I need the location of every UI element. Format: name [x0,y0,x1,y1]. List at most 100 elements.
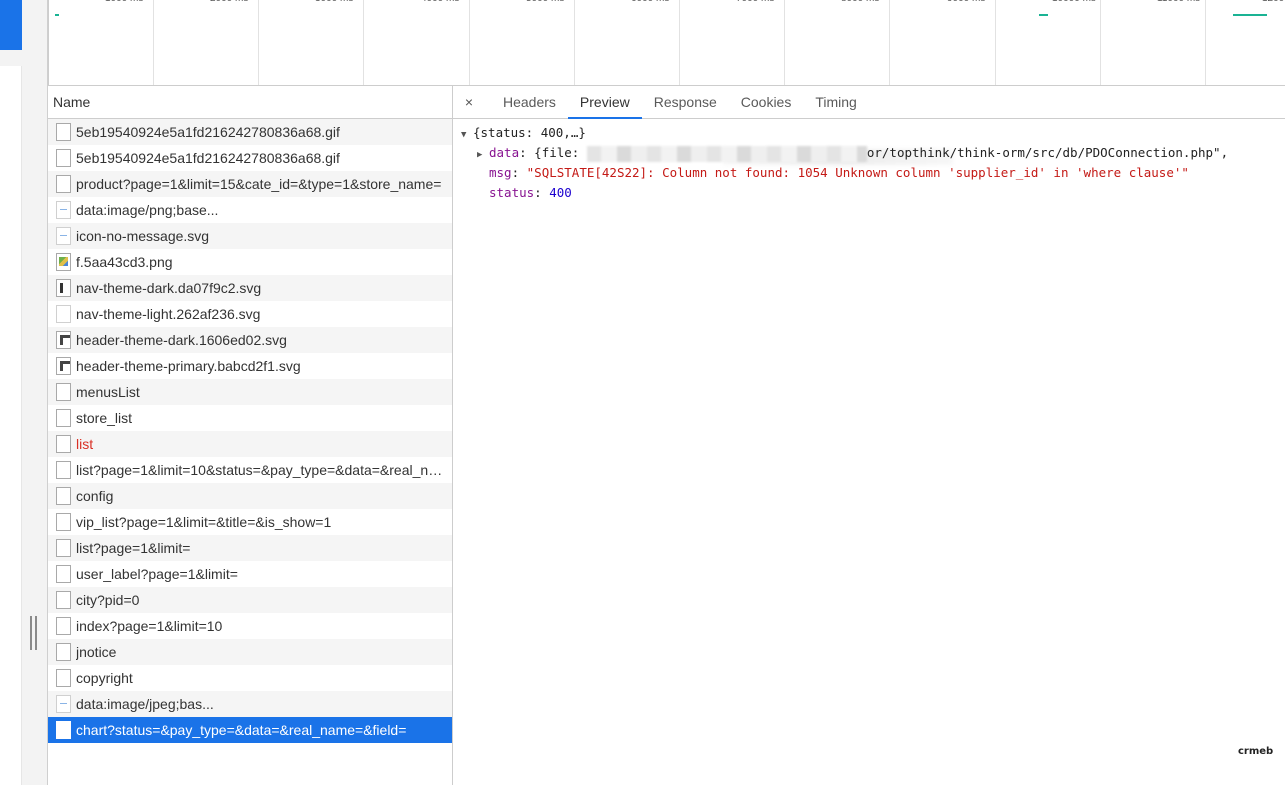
request-row[interactable]: chart?status=&pay_type=&data=&real_name=… [48,717,452,743]
json-key-msg: msg [489,165,512,180]
timeline-tick-label: 1200 [1262,0,1284,4]
json-key-status: status [489,185,535,200]
file-icon [56,513,71,531]
timeline-tick-label: 3000 ms [315,0,353,4]
expanded-triangle-icon[interactable]: ▼ [461,125,473,145]
close-icon[interactable]: × [461,86,477,118]
file-icon [56,123,71,141]
json-root-line[interactable]: ▼ {status: 400,…} [461,123,1285,143]
resize-grip-icon[interactable] [30,616,38,650]
request-name: user_label?page=1&limit= [76,566,238,582]
data-icon [56,201,71,219]
request-row[interactable]: product?page=1&limit=15&cate_id=&type=1&… [48,171,452,197]
request-name: list [76,436,94,452]
request-row[interactable]: list [48,431,452,457]
overview-left-border [48,0,49,85]
file-icon [56,669,71,687]
timeline-tick-label: 10000 ms [1052,0,1096,4]
name-column-header[interactable]: Name [48,86,452,119]
timeline-tick-label: 7000 ms [736,0,774,4]
request-name: 5eb19540924e5a1fd216242780836a68.gif [76,150,340,166]
request-row[interactable]: store_list [48,405,452,431]
request-row[interactable]: data:image/png;base... [48,197,452,223]
tab-response[interactable]: Response [642,86,729,118]
request-row[interactable]: header-theme-dark.1606ed02.svg [48,327,452,353]
request-list-pane: Name 5eb19540924e5a1fd216242780836a68.gi… [48,86,453,785]
request-name: jnotice [76,644,117,660]
request-name: data:image/jpeg;bas... [76,696,214,712]
file-icon [56,435,71,453]
request-row[interactable]: config [48,483,452,509]
collapsed-triangle-icon[interactable]: ▶ [477,145,489,165]
request-row[interactable]: index?page=1&limit=10 [48,613,452,639]
request-detail-pane: × Headers Preview Response Cookies Timin… [453,86,1285,785]
json-key-data: data [489,145,520,160]
network-overview-timeline[interactable]: 1000 ms 2000 ms 3000 ms 4000 ms 5000 ms 6000 … [48,0,1285,86]
request-name: menusList [76,384,140,400]
timeline-tick-label: 6000 ms [631,0,669,4]
timeline-gridline [469,0,470,85]
timeline-gridline [784,0,785,85]
timeline-gridline [153,0,154,85]
request-row[interactable]: menusList [48,379,452,405]
timeline-gridline [363,0,364,85]
request-marker [1233,14,1267,16]
request-row[interactable]: 5eb19540924e5a1fd216242780836a68.gif [48,119,452,145]
image-icon [56,253,71,271]
request-row[interactable]: nav-theme-dark.da07f9c2.svg [48,275,452,301]
request-row[interactable]: 5eb19540924e5a1fd216242780836a68.gif [48,145,452,171]
json-status-value: 400 [549,185,572,200]
request-name: list?page=1&limit=10&status=&pay_type=&d… [76,462,448,478]
svg-dark-icon [56,279,71,297]
request-name: 5eb19540924e5a1fd216242780836a68.gif [76,124,340,140]
tab-headers[interactable]: Headers [491,86,568,118]
file-icon [56,539,71,557]
detail-tabbar: × Headers Preview Response Cookies Timin… [453,86,1285,119]
tab-preview[interactable]: Preview [567,86,642,119]
json-preview: ▼ {status: 400,…} ▶ data: {file: or/topthi… [453,119,1285,203]
timeline-tick-label: 8000 ms [841,0,879,4]
request-row[interactable]: copyright [48,665,452,691]
file-icon [56,721,71,739]
request-row[interactable]: header-theme-primary.babcd2f1.svg [48,353,452,379]
request-row[interactable]: vip_list?page=1&limit=&title=&is_show=1 [48,509,452,535]
request-name: vip_list?page=1&limit=&title=&is_show=1 [76,514,332,530]
timeline-gridline [1100,0,1101,85]
active-panel-tab[interactable] [0,0,22,50]
request-name: store_list [76,410,133,426]
request-row[interactable]: city?pid=0 [48,587,452,613]
timeline-tick-label: 4000 ms [421,0,459,4]
request-row[interactable]: user_label?page=1&limit= [48,561,452,587]
svg-light-icon [56,305,71,323]
request-name: data:image/png;base... [76,202,219,218]
request-name: header-theme-primary.babcd2f1.svg [76,358,301,374]
request-name: copyright [76,670,133,686]
request-row[interactable]: icon-no-message.svg [48,223,452,249]
json-data-line[interactable]: ▶ data: {file: or/topthink/think-orm/src/… [461,143,1285,163]
timeline-tick-label: 2000 ms [210,0,248,4]
json-root-summary: {status: 400,…} [473,125,586,140]
request-name: header-theme-dark.1606ed02.svg [76,332,287,348]
request-name: city?pid=0 [76,592,140,608]
svg-header-icon [56,357,71,375]
json-data-prefix: {file: [534,145,587,160]
request-row[interactable]: nav-theme-light.262af236.svg [48,301,452,327]
json-colon: : [534,185,550,200]
request-name: icon-no-message.svg [76,228,210,244]
file-icon [56,565,71,583]
request-row[interactable]: list?page=1&limit=10&status=&pay_type=&d… [48,457,452,483]
request-name: list?page=1&limit= [76,540,191,556]
watermark-logo: crmeb [1238,746,1274,757]
request-row[interactable]: f.5aa43cd3.png [48,249,452,275]
file-icon [56,591,71,609]
redacted-blur [586,145,867,162]
tab-cookies[interactable]: Cookies [729,86,804,118]
request-row[interactable]: data:image/jpeg;bas... [48,691,452,717]
timeline-gridline [258,0,259,85]
request-row[interactable]: jnotice [48,639,452,665]
json-data-suffix: or/topthink/think-orm/src/db/PDOConnecti… [866,145,1229,160]
request-name: product?page=1&limit=15&cate_id=&type=1&… [76,176,442,192]
request-row[interactable]: list?page=1&limit= [48,535,452,561]
tab-timing[interactable]: Timing [803,86,869,118]
request-name: index?page=1&limit=10 [76,618,223,634]
